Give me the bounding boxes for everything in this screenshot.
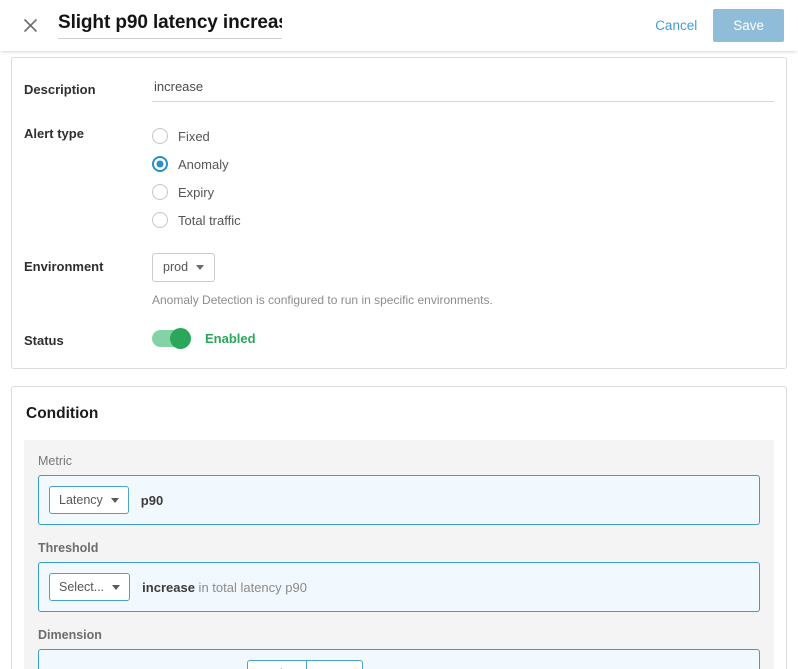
radio-label-expiry: Expiry [178, 185, 214, 200]
alert-type-options: Fixed Anomaly Expiry Total traffic [152, 120, 774, 234]
threshold-dropdown[interactable]: Select... [49, 573, 130, 601]
save-button[interactable]: Save [713, 9, 784, 42]
metric-dropdown-value: Latency [59, 493, 103, 507]
radio-label-anomaly: Anomaly [178, 157, 229, 172]
metric-expression-text: p90 [141, 493, 163, 508]
dimension-key-button[interactable]: Region [247, 660, 307, 669]
radio-icon-anomaly [152, 156, 168, 172]
metric-label: Metric [38, 454, 760, 468]
environment-label: Environment [24, 253, 152, 274]
radio-label-fixed: Fixed [178, 129, 210, 144]
dimension-value-dropdown[interactable]: Any [307, 660, 364, 669]
radio-label-total-traffic: Total traffic [178, 213, 241, 228]
threshold-expression-box[interactable]: Select... increase in total latency p90 [38, 562, 760, 612]
page-body: Description Alert type Fixed Anomaly [0, 51, 798, 669]
chevron-down-icon [111, 498, 119, 503]
close-icon[interactable] [16, 12, 44, 40]
description-label: Description [24, 76, 152, 97]
alert-title-field [58, 12, 282, 39]
alert-type-label: Alert type [24, 120, 152, 141]
radio-option-anomaly[interactable]: Anomaly [152, 150, 774, 178]
description-input[interactable] [152, 76, 774, 102]
dimension-expression-box[interactable]: All proxies and targets detected Region … [38, 649, 760, 669]
radio-icon-total-traffic [152, 212, 168, 228]
alert-type-row: Alert type Fixed Anomaly Expiry [12, 120, 786, 234]
radio-icon-expiry [152, 184, 168, 200]
status-state-label: Enabled [205, 331, 256, 346]
metric-dropdown[interactable]: Latency [49, 486, 129, 514]
condition-panel: Metric Latency p90 Threshold Select... [24, 440, 774, 669]
environment-dropdown[interactable]: prod [152, 253, 215, 282]
chevron-down-icon [196, 265, 204, 270]
condition-title: Condition [26, 405, 774, 423]
general-settings-card: Description Alert type Fixed Anomaly [11, 57, 787, 369]
dimension-button-group: Region Any [247, 660, 363, 669]
metric-expression-box[interactable]: Latency p90 [38, 475, 760, 525]
environment-row: Environment prod Anomaly Detection is co… [12, 253, 786, 307]
threshold-dropdown-value: Select... [59, 580, 104, 594]
condition-card: Condition Metric Latency p90 Threshold S… [11, 386, 787, 669]
page-header: Cancel Save [0, 0, 798, 51]
threshold-text-strong: increase [142, 580, 195, 595]
alert-editor-page: Cancel Save Description Alert type Fixed [0, 0, 798, 669]
description-row: Description [12, 76, 786, 102]
radio-option-fixed[interactable]: Fixed [152, 122, 774, 150]
radio-icon-fixed [152, 128, 168, 144]
toggle-knob [170, 328, 191, 349]
cancel-button[interactable]: Cancel [645, 12, 707, 39]
environment-helper-text: Anomaly Detection is configured to run i… [152, 293, 774, 307]
dimension-label: Dimension [38, 628, 760, 642]
status-label: Status [24, 327, 152, 348]
threshold-label: Threshold [38, 541, 760, 555]
chevron-down-icon [112, 585, 120, 590]
status-row: Status Enabled [12, 327, 786, 348]
status-control: Enabled [152, 327, 774, 347]
alert-title-input[interactable] [58, 12, 282, 39]
status-toggle[interactable] [152, 330, 190, 347]
environment-dropdown-value: prod [163, 260, 188, 275]
radio-option-total-traffic[interactable]: Total traffic [152, 206, 774, 234]
environment-control: prod Anomaly Detection is configured to … [152, 253, 774, 307]
radio-option-expiry[interactable]: Expiry [152, 178, 774, 206]
description-control [152, 76, 774, 102]
threshold-expression-text: increase in total latency p90 [142, 580, 307, 595]
threshold-text-rest: in total latency p90 [195, 580, 307, 595]
